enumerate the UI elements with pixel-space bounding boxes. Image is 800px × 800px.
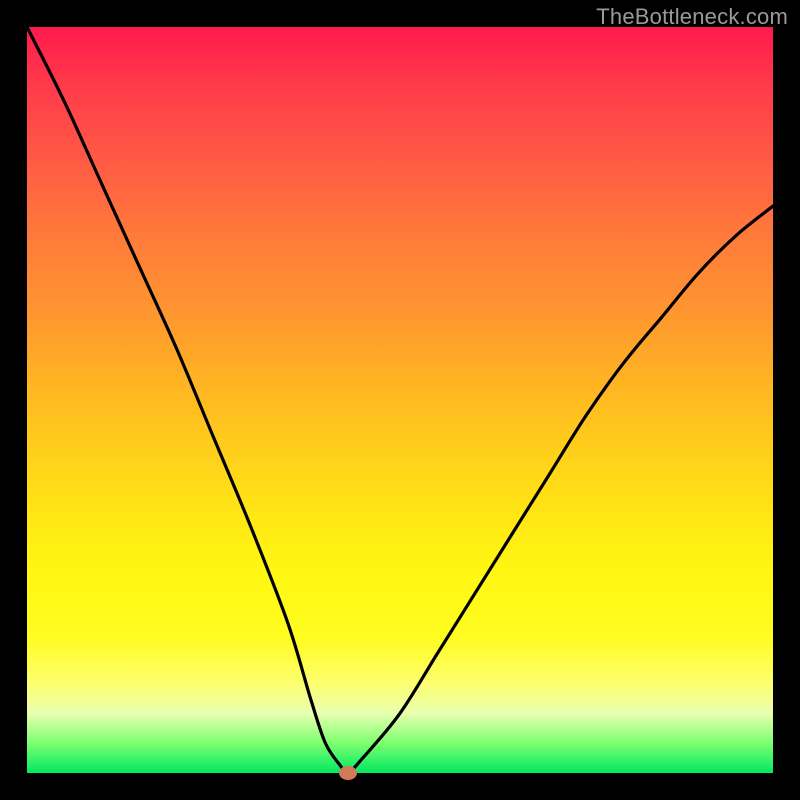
curve-svg xyxy=(27,27,773,773)
plot-area xyxy=(27,27,773,773)
optimum-marker xyxy=(339,766,357,780)
chart-frame: TheBottleneck.com xyxy=(0,0,800,800)
bottleneck-curve-path xyxy=(27,27,773,773)
